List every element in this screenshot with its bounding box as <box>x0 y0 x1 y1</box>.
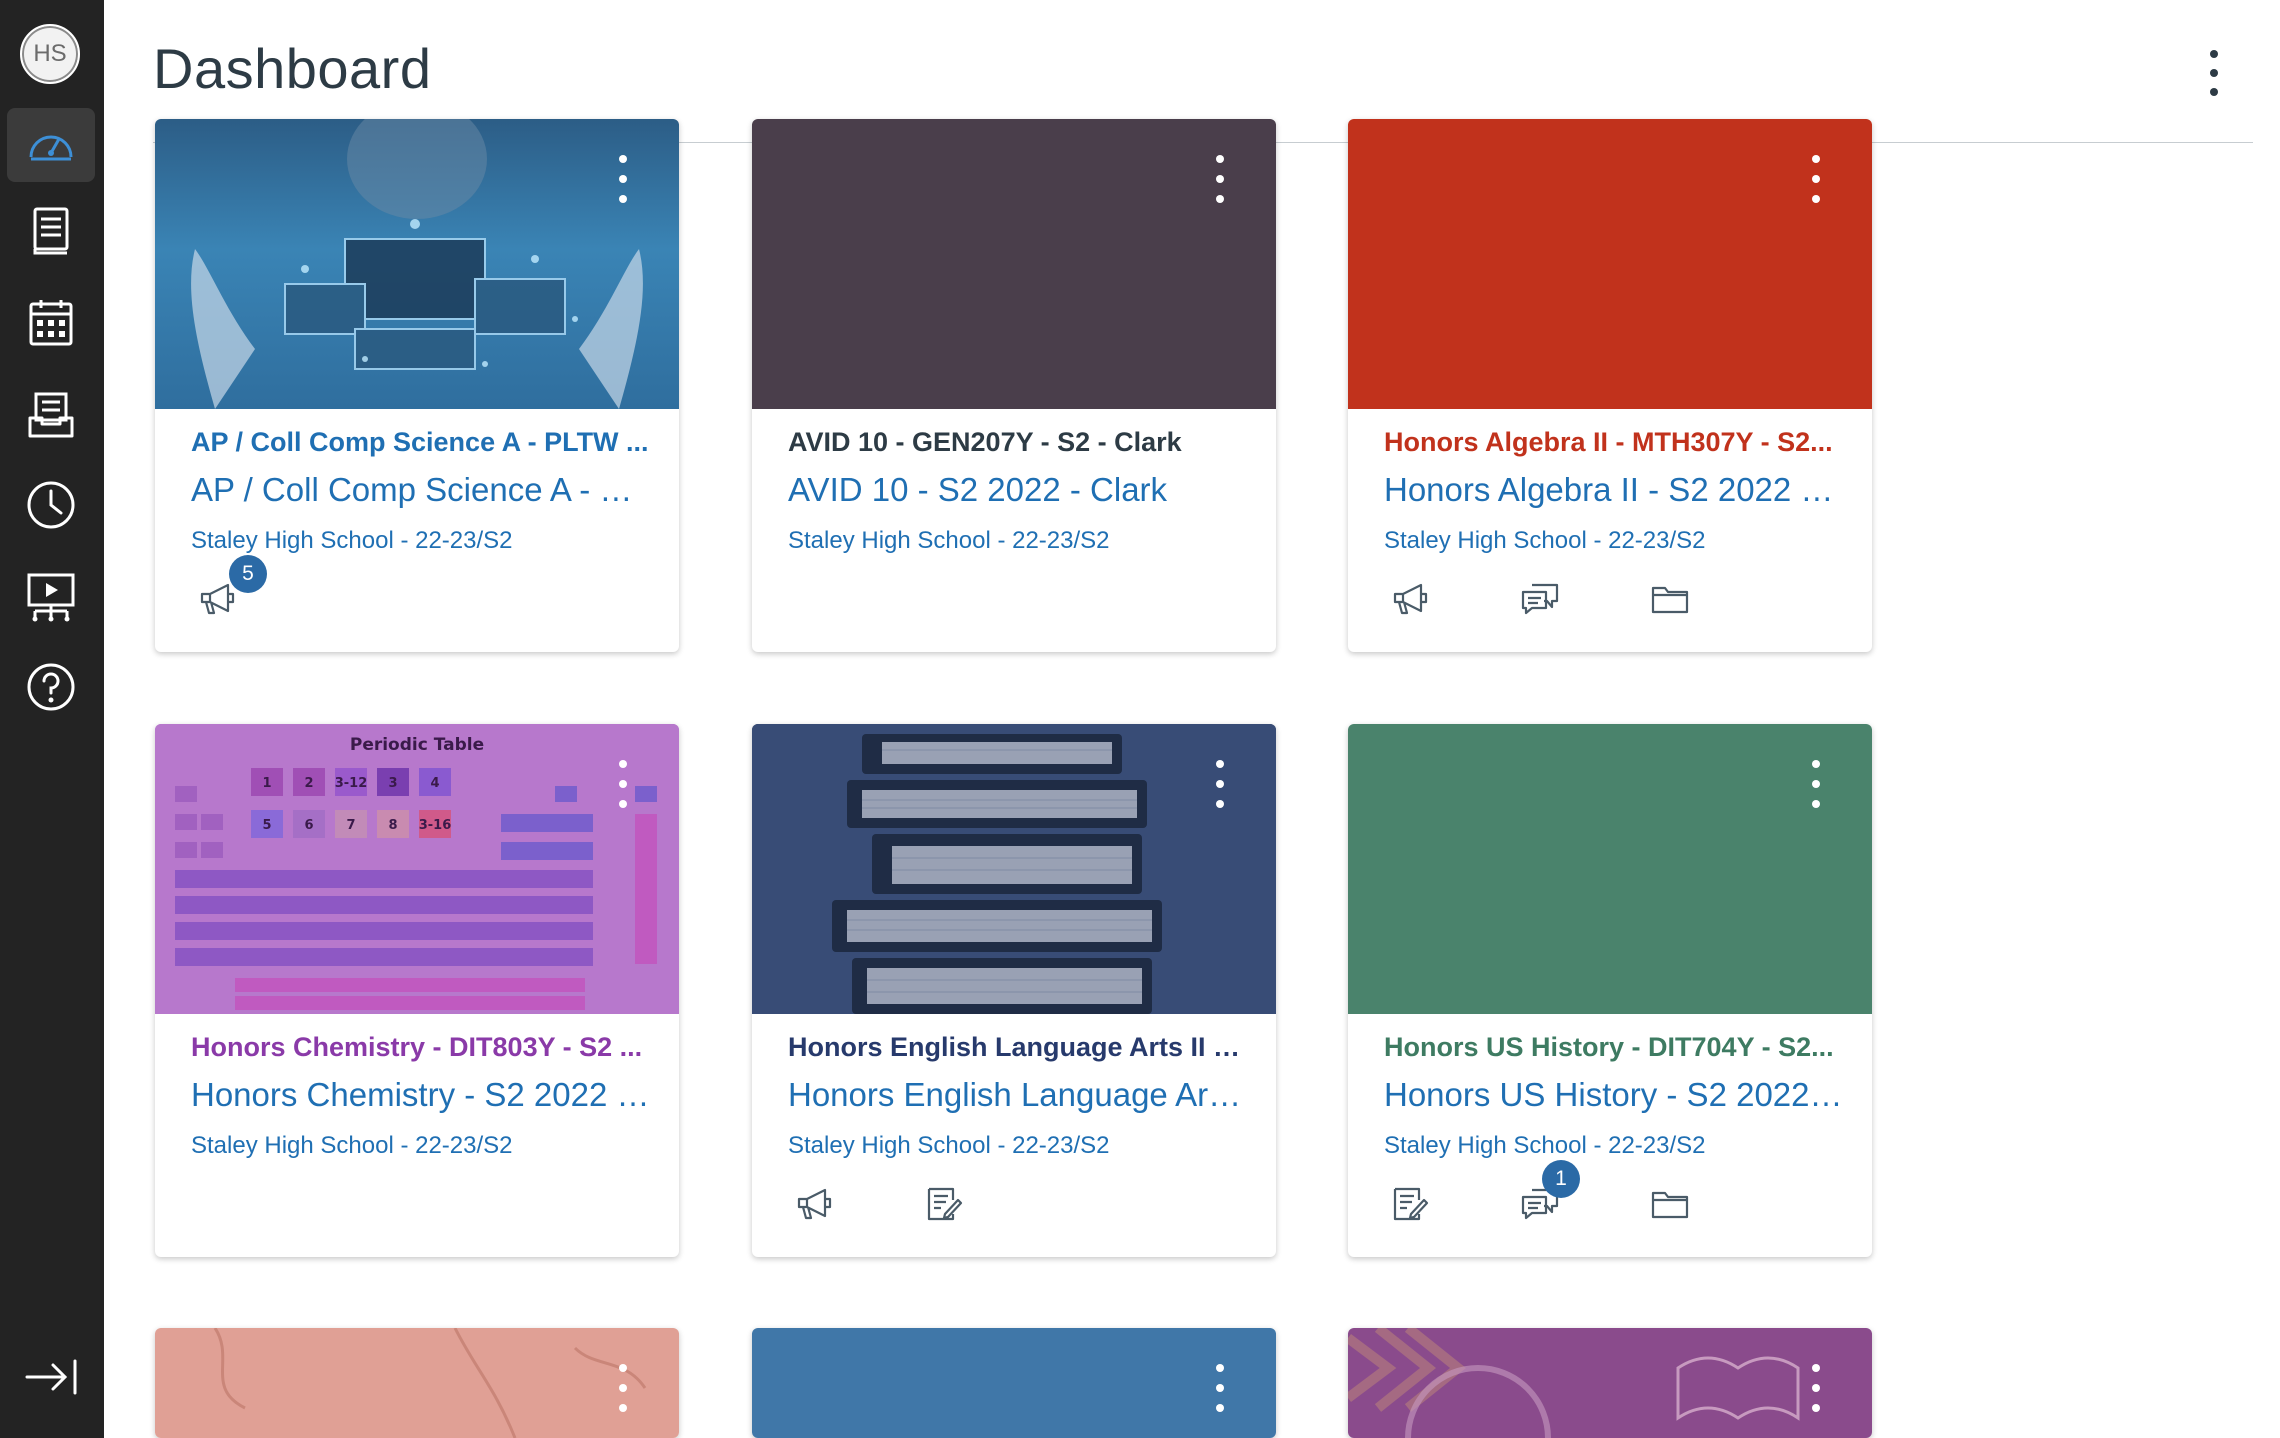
discussion-icon <box>1521 583 1559 615</box>
course-card-hero-image <box>155 119 679 409</box>
nav-calendar[interactable] <box>7 286 95 360</box>
periodic-key-7: 6 <box>304 818 313 833</box>
technology-image <box>191 119 643 409</box>
card-options-button[interactable] <box>1804 1364 1828 1412</box>
periodic-key-10: 3-16 <box>419 818 452 833</box>
user-avatar[interactable]: HS <box>20 24 80 84</box>
course-code: Honors Algebra II - MTH307Y - S2... <box>1384 427 1833 457</box>
course-term: Staley High School - 22-23/S2 <box>788 1132 1110 1159</box>
course-term: Staley High School - 22-23/S2 <box>191 527 513 554</box>
nav-history[interactable] <box>7 468 95 542</box>
course-name[interactable]: Honors Algebra II - S2 2022 - ... <box>1384 471 1844 509</box>
course-name[interactable]: Honors English Language Arts ... <box>788 1076 1248 1114</box>
periodic-table-title: Periodic Table <box>350 735 484 755</box>
assignments-button[interactable] <box>1384 1178 1436 1230</box>
dashboard-icon <box>29 135 73 161</box>
card-options-button[interactable] <box>1804 155 1828 203</box>
announcements-button[interactable] <box>1384 573 1436 625</box>
course-name[interactable]: Honors US History - S2 2022 ... <box>1384 1076 1844 1114</box>
nav-dashboard[interactable] <box>7 108 95 182</box>
course-card-8[interactable] <box>752 1328 1276 1438</box>
megaphone-icon <box>200 583 235 615</box>
inbox-icon <box>28 392 74 438</box>
discussions-badge: 1 <box>1542 1160 1580 1198</box>
course-name[interactable]: AVID 10 - S2 2022 - Clark <box>788 471 1248 509</box>
periodic-key-2: 2 <box>304 776 313 791</box>
periodic-key-3: 3-12 <box>335 776 368 791</box>
course-term: Staley High School - 22-23/S2 <box>191 1132 513 1159</box>
global-navigation: HS <box>0 0 104 1438</box>
card-options-button[interactable] <box>611 1364 635 1412</box>
card-options-button[interactable] <box>611 760 635 808</box>
periodic-table-image: 1 2 3-12 3 4 5 6 7 8 3-16 Periodic Table <box>155 724 679 1014</box>
megaphone-icon <box>797 1188 832 1220</box>
course-card-english[interactable]: Honors English Language Arts II - ... Ho… <box>752 724 1276 1257</box>
course-code: AP / Coll Comp Science A - PLTW ... <box>191 427 649 457</box>
assignment-icon <box>1393 1187 1429 1221</box>
course-card-chemistry[interactable]: 1 2 3-12 3 4 5 6 7 8 3-16 Periodic Table… <box>155 724 679 1257</box>
periodic-key-9: 8 <box>388 818 397 833</box>
card-options-button[interactable] <box>611 155 635 203</box>
course-card-ap-comp-sci[interactable]: AP / Coll Comp Science A - PLTW ... AP /… <box>155 119 679 652</box>
course-code: AVID 10 - GEN207Y - S2 - Clark <box>788 427 1182 457</box>
studio-icon <box>27 573 75 622</box>
nav-inbox[interactable] <box>7 378 95 452</box>
course-card-hero-color <box>752 119 1276 409</box>
periodic-key-1: 1 <box>262 776 271 791</box>
nav-studio[interactable] <box>7 560 95 634</box>
course-card-hero-color <box>1348 724 1872 1014</box>
course-term: Staley High School - 22-23/S2 <box>788 527 1110 554</box>
books-image <box>752 724 1276 1014</box>
card-options-button[interactable] <box>1208 760 1232 808</box>
courses-book-icon <box>33 207 69 255</box>
course-card-hero-color <box>1348 119 1872 409</box>
periodic-key-8: 7 <box>346 818 355 833</box>
course-term: Staley High School - 22-23/S2 <box>1384 1132 1706 1159</box>
course-card-7[interactable] <box>155 1328 679 1438</box>
clock-icon <box>27 481 75 529</box>
collapse-nav-button[interactable] <box>7 1340 95 1414</box>
nav-courses[interactable] <box>7 194 95 268</box>
course-code: Honors US History - DIT704Y - S2... <box>1384 1032 1834 1062</box>
periodic-key-5: 4 <box>430 776 439 791</box>
course-name[interactable]: Honors Chemistry - S2 2022 -... <box>191 1076 651 1114</box>
card-options-button[interactable] <box>1208 155 1232 203</box>
course-card-hero-image <box>752 724 1276 1014</box>
page-title: Dashboard <box>153 37 432 100</box>
discussions-button[interactable] <box>1514 573 1566 625</box>
collapse-arrow-icon <box>25 1359 77 1395</box>
megaphone-icon <box>1393 583 1428 615</box>
course-card-hero-color <box>752 1328 1276 1438</box>
course-card-avid[interactable]: AVID 10 - GEN207Y - S2 - Clark AVID 10 -… <box>752 119 1276 652</box>
periodic-key-6: 5 <box>262 818 271 833</box>
course-card-us-history[interactable]: Honors US History - DIT704Y - S2... Hono… <box>1348 724 1872 1257</box>
course-card-hero-image <box>155 1328 679 1438</box>
dashboard-options-button[interactable] <box>2196 50 2232 96</box>
calendar-icon <box>29 300 73 346</box>
course-card-algebra[interactable]: Honors Algebra II - MTH307Y - S2... Hono… <box>1348 119 1872 652</box>
course-term: Staley High School - 22-23/S2 <box>1384 527 1706 554</box>
folder-icon <box>1651 586 1689 614</box>
course-name[interactable]: AP / Coll Comp Science A - PL... <box>191 471 651 509</box>
help-icon <box>27 663 75 711</box>
course-code: Honors Chemistry - DIT803Y - S2 ... <box>191 1032 643 1062</box>
folder-icon <box>1651 1191 1689 1219</box>
periodic-key-4: 3 <box>388 776 397 791</box>
map-image <box>213 1328 647 1438</box>
course-card-hero-image <box>1348 1328 1872 1438</box>
staley-image <box>1348 1328 1800 1438</box>
assignment-icon <box>927 1187 963 1221</box>
course-code: Honors English Language Arts II - ... <box>788 1032 1248 1062</box>
card-options-button[interactable] <box>1208 1364 1232 1412</box>
course-card-hero-image: 1 2 3-12 3 4 5 6 7 8 3-16 Periodic Table <box>155 724 679 1014</box>
files-button[interactable] <box>1644 573 1696 625</box>
announcements-button[interactable] <box>788 1178 840 1230</box>
files-button[interactable] <box>1644 1178 1696 1230</box>
card-options-button[interactable] <box>1804 760 1828 808</box>
announcements-badge: 5 <box>229 555 267 593</box>
course-card-9[interactable] <box>1348 1328 1872 1438</box>
nav-help[interactable] <box>7 650 95 724</box>
assignments-button[interactable] <box>918 1178 970 1230</box>
